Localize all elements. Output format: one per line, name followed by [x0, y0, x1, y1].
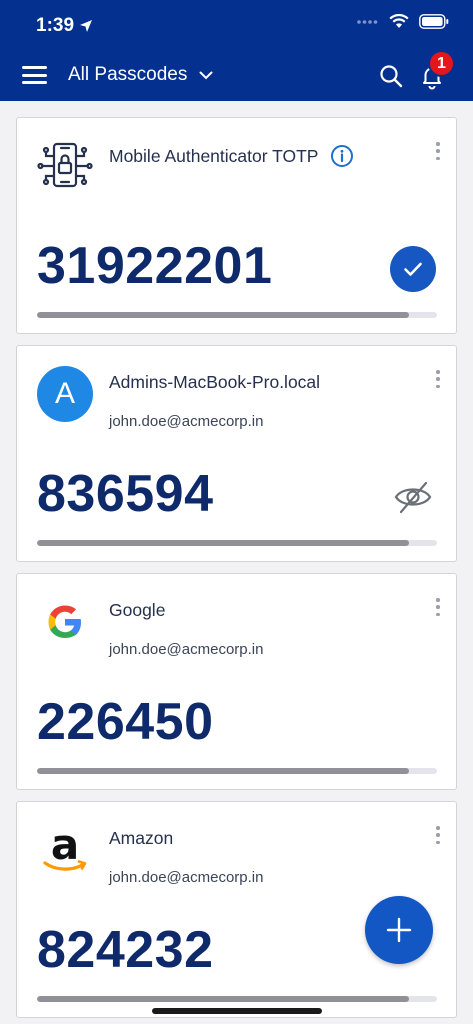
wifi-icon: [389, 14, 409, 28]
more-options-icon[interactable]: [434, 598, 442, 616]
passcode-card-macbook[interactable]: A Admins-MacBook-Pro.local john.doe@acme…: [16, 345, 457, 562]
battery-icon: [419, 14, 449, 29]
card-account-email: john.doe@acmecorp.in: [109, 869, 264, 886]
svg-text:a: a: [51, 822, 79, 869]
status-time: 1:39: [36, 15, 93, 37]
passcode-card-google[interactable]: Google john.doe@acmecorp.in 226450: [16, 573, 457, 790]
location-arrow-icon: [80, 20, 93, 32]
google-logo-icon: [37, 594, 93, 650]
time-remaining-bar: [37, 768, 437, 774]
avatar-letter: A: [37, 366, 93, 422]
passcode[interactable]: 824232: [37, 920, 214, 980]
info-icon[interactable]: [330, 144, 354, 168]
amazon-logo-icon: a: [37, 822, 93, 878]
add-passcode-button[interactable]: [365, 896, 433, 964]
card-title-text: Admins-MacBook-Pro.local: [109, 372, 321, 392]
chevron-down-icon: [199, 71, 213, 79]
app-header: 1:39 All Passcodes 1: [0, 0, 473, 101]
home-indicator: [152, 1008, 322, 1014]
time-remaining-fill: [37, 540, 409, 546]
card-title-text: Mobile Authenticator TOTP: [109, 145, 319, 166]
search-icon[interactable]: [378, 63, 404, 89]
card-account-email: john.doe@acmecorp.in: [109, 641, 264, 658]
card-title-text: Google: [109, 600, 166, 620]
time-remaining-bar: [37, 996, 437, 1002]
passcode[interactable]: 31922201: [37, 236, 272, 296]
time-remaining-fill: [37, 996, 409, 1002]
time-remaining-bar: [37, 540, 437, 546]
passcode-card-totp[interactable]: Mobile Authenticator TOTP 31922201: [16, 117, 457, 334]
plus-icon: [386, 917, 412, 943]
card-title: Amazon: [109, 828, 173, 849]
nav-row: All Passcodes 1: [0, 50, 473, 94]
passcode[interactable]: 836594: [37, 464, 214, 524]
card-account-email: john.doe@acmecorp.in: [109, 413, 264, 430]
notification-badge: 1: [428, 50, 455, 77]
card-title: Google: [109, 600, 165, 621]
card-title: Mobile Authenticator TOTP: [109, 144, 354, 168]
more-options-icon[interactable]: [434, 370, 442, 388]
card-title-text: Amazon: [109, 828, 174, 848]
page-title: All Passcodes: [68, 64, 188, 85]
cellular-signal-icon: [357, 19, 378, 24]
more-options-icon[interactable]: [434, 826, 442, 844]
passcode-filter-dropdown[interactable]: All Passcodes: [68, 64, 213, 86]
phone-lock-icon: [37, 138, 93, 194]
menu-icon[interactable]: [22, 66, 47, 84]
eye-off-icon[interactable]: [390, 474, 436, 520]
more-options-icon[interactable]: [434, 142, 442, 160]
time-remaining-fill: [37, 768, 409, 774]
status-indicators: [357, 14, 449, 29]
time-remaining-bar: [37, 312, 437, 318]
time-remaining-fill: [37, 312, 409, 318]
passcode[interactable]: 226450: [37, 692, 214, 752]
account-avatar: A: [37, 366, 93, 422]
check-icon: [390, 246, 436, 292]
card-title: Admins-MacBook-Pro.local: [109, 372, 320, 393]
status-time-text: 1:39: [36, 15, 75, 36]
